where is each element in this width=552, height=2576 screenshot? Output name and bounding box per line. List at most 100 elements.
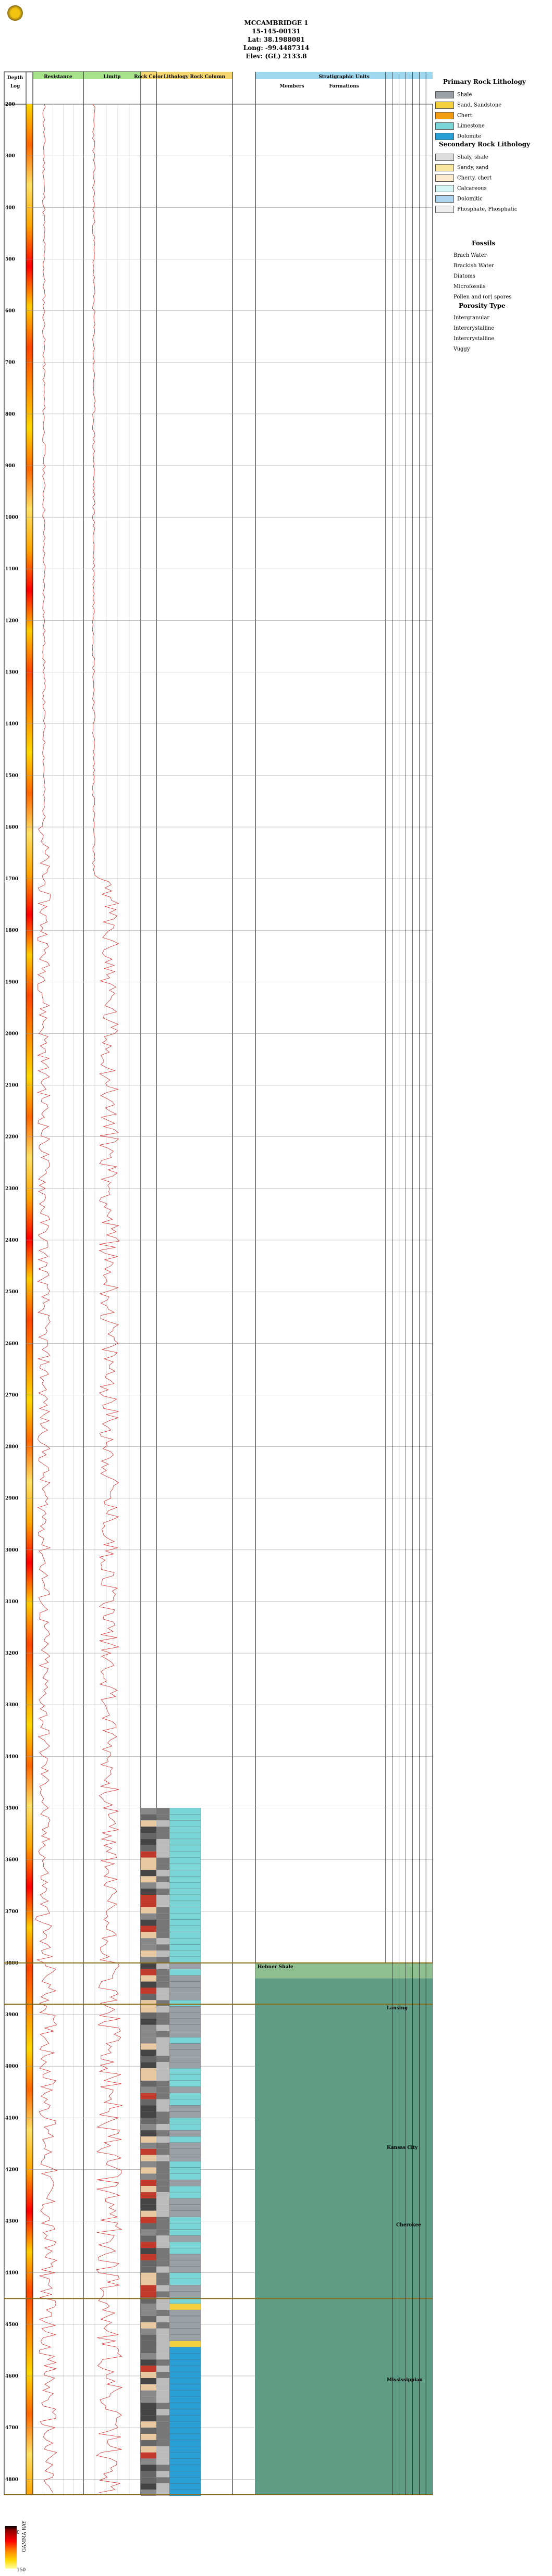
lithology-shade-block <box>156 2180 169 2186</box>
lithology-shade-block <box>156 1907 169 1914</box>
lithology-shade-block <box>156 2167 169 2174</box>
lithology-shade-block <box>156 2043 169 2050</box>
rock-color-block <box>141 1987 156 1994</box>
depth-label: 900 <box>5 464 15 469</box>
lithology-shade-block <box>156 2006 169 2013</box>
lithology-block <box>169 2471 201 2478</box>
porosity-title: Porosity Type <box>459 302 506 309</box>
legend-label: Intercrystalline <box>453 326 495 331</box>
lithology-block <box>169 1882 201 1889</box>
lithology-block <box>169 1987 201 1994</box>
lithology-shade-block <box>156 2037 169 2044</box>
rock-color-block <box>141 1870 156 1877</box>
strat-unit-label: Mississippian <box>387 2378 423 2383</box>
lithology-shade-block <box>156 2111 169 2118</box>
gamma-scale-label: GAMMA RAY <box>22 2520 27 2552</box>
lithology-shade-block <box>156 1938 169 1945</box>
legend-item: Vuggy <box>453 346 470 352</box>
lithology-block <box>169 2341 201 2347</box>
lithology-shade-block <box>156 2366 169 2372</box>
depth-label: 1000 <box>5 515 18 520</box>
lithology-shade-block <box>156 1962 169 1969</box>
lithology-block <box>169 2173 201 2180</box>
lithology-shade-block <box>156 1981 169 1988</box>
rock-color-block <box>141 2304 156 2310</box>
legend-item: Sandy, sand <box>435 164 488 171</box>
lithology-block <box>169 2477 201 2484</box>
legend-item: Brach Water <box>453 253 486 258</box>
rock-color-block <box>141 2229 156 2236</box>
legend-item: Shale <box>435 91 472 98</box>
legend-swatch <box>435 185 454 192</box>
depth-label: 600 <box>5 309 15 314</box>
rock-color-block <box>141 1808 156 1815</box>
rock-color-block <box>141 2409 156 2416</box>
legend-swatch <box>435 195 454 203</box>
depth-label: 1600 <box>5 825 18 830</box>
depth-label: 2800 <box>5 1445 18 1450</box>
lithology-block <box>169 2198 201 2205</box>
lithology-block <box>169 2328 201 2335</box>
lithology-shade-block <box>156 2049 169 2056</box>
rock-color-block <box>141 1814 156 1821</box>
gamma-scale-bar <box>5 2526 17 2569</box>
lithology-shade-block <box>156 2198 169 2205</box>
lithology-block <box>169 1857 201 1864</box>
lithology-block <box>169 2483 201 2490</box>
rock-color-block <box>141 2279 156 2285</box>
rock-color-block <box>141 2062 156 2069</box>
lithology-block <box>169 2217 201 2223</box>
lithology-shade-block <box>156 1857 169 1864</box>
legend-label: Sand, Sandstone <box>457 102 502 108</box>
lithology-block <box>169 2353 201 2360</box>
legend-item: Cherty, chert <box>435 174 492 182</box>
strat-fill <box>255 1962 433 2495</box>
lithology-block <box>169 2210 201 2217</box>
depth-label: 2100 <box>5 1083 18 1089</box>
lithology-block <box>169 1888 201 1895</box>
lithology-shade-block <box>156 2192 169 2198</box>
rock-color-block <box>141 2415 156 2422</box>
lithology-block <box>169 1814 201 1821</box>
lithology-shade-block <box>156 2396 169 2403</box>
rock-color-block <box>141 1925 156 1932</box>
rock-color-block <box>141 2310 156 2316</box>
rock-color-block <box>141 2111 156 2118</box>
rock-color-block <box>141 1919 156 1926</box>
rock-color-block <box>141 2198 156 2205</box>
legend-item: Diatoms <box>453 273 475 279</box>
rock-color-block <box>141 2328 156 2335</box>
lithology-shade-block <box>156 1827 169 1833</box>
lithology-shade-block <box>156 1957 169 1963</box>
lithology-block <box>169 2148 201 2155</box>
lithology-block <box>169 1820 201 1827</box>
header-resistance: Resistance <box>44 74 72 80</box>
lithology-block <box>169 2371 201 2379</box>
lithology-shade-block <box>156 2322 169 2329</box>
rock-color-block <box>141 2390 156 2397</box>
lithology-shade-block <box>156 2353 169 2360</box>
lithology-shade-block <box>156 2012 169 2019</box>
rock-color-block <box>141 2018 156 2025</box>
lithology-block <box>169 2037 201 2044</box>
rock-color-block <box>141 2372 156 2378</box>
rock-color-block <box>141 2130 156 2136</box>
lithology-block <box>169 2272 201 2279</box>
rock-color-block <box>141 2458 156 2465</box>
lithology-shade-block <box>156 2421 169 2428</box>
rock-color-block <box>141 2341 156 2347</box>
lithology-shade-block <box>156 2310 169 2316</box>
lithology-block <box>169 2049 201 2056</box>
legend-swatch <box>435 164 454 171</box>
legend-label: Intercrystalline <box>453 336 495 342</box>
depth-label: 3000 <box>5 1548 18 1553</box>
depth-label: 3500 <box>5 1806 18 1811</box>
lithology-block <box>169 1969 201 1975</box>
legend-swatch <box>435 112 454 119</box>
lithology-shade-block <box>156 2024 169 2031</box>
lithology-shade-block <box>156 2068 169 2075</box>
lithology-block <box>169 1932 201 1939</box>
lithology-block <box>169 1925 201 1932</box>
lithology-block <box>169 2186 201 2193</box>
rock-color-block <box>141 2049 156 2056</box>
